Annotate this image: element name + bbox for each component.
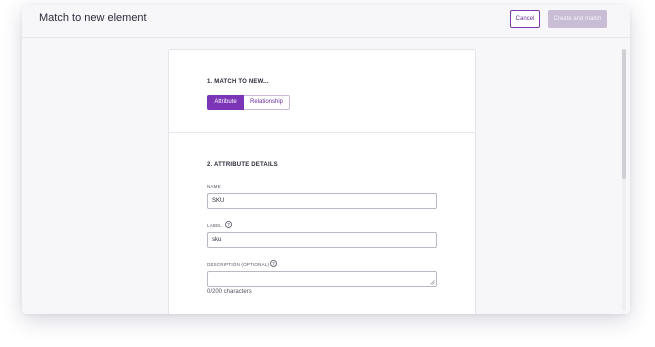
description-textarea[interactable] [207,271,437,287]
attribute-toggle-button[interactable]: Attribute [207,95,244,110]
question-circle-icon[interactable]: ? [270,260,277,267]
create-and-match-button[interactable]: Create and match [548,10,607,28]
scrollbar[interactable] [622,49,626,311]
label-input[interactable]: sku [207,232,437,248]
cancel-button[interactable]: Cancel [510,10,540,28]
dialog-header: Match to new element Cancel Create and m… [22,5,630,38]
description-field-label: DESCRIPTION (OPTIONAL) [207,262,270,267]
dialog-title: Match to new element [39,12,147,24]
label-field-label: LABEL [207,223,223,228]
relationship-toggle-button[interactable]: Relationship [244,95,290,110]
name-field-label: NAME [207,184,221,189]
resize-grip-icon[interactable] [430,280,435,285]
form-card: 1. MATCH TO NEW... Attribute Relationshi… [168,49,476,314]
match-dialog: Match to new element Cancel Create and m… [22,5,630,314]
name-input[interactable]: SKU [207,193,437,209]
section-divider [169,132,475,133]
scrollbar-thumb[interactable] [622,49,626,179]
character-count: 0/200 characters [207,289,252,295]
section-heading-match-to-new: 1. MATCH TO NEW... [207,79,269,85]
section-heading-attribute-details: 2. ATTRIBUTE DETAILS [207,162,278,168]
question-circle-icon[interactable]: ? [225,221,232,228]
